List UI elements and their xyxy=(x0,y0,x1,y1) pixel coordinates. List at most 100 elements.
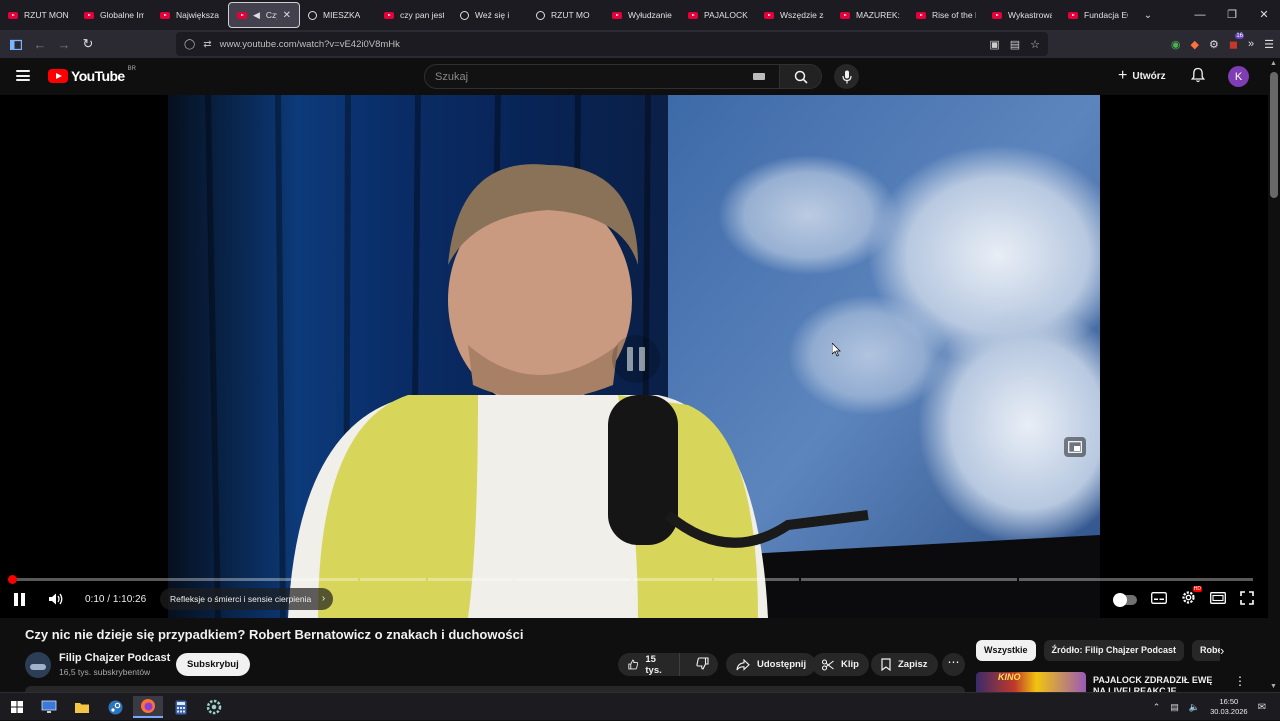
browser-tab[interactable]: Rise of the N xyxy=(908,2,984,28)
clip-button[interactable]: Klip xyxy=(812,653,869,676)
chips-next-chevron-icon[interactable]: › xyxy=(1220,643,1224,658)
page-scrollbar[interactable]: ▲ ▼ xyxy=(1268,58,1280,692)
sidebar-toggle-icon[interactable] xyxy=(4,32,28,56)
notifications-button[interactable] xyxy=(1190,67,1206,88)
account-avatar[interactable]: K xyxy=(1228,66,1249,87)
site-permissions-icon[interactable]: ⇄ xyxy=(203,39,211,50)
theater-mode-icon[interactable] xyxy=(1210,591,1226,609)
settings-app-icon[interactable] xyxy=(199,696,229,718)
browser-tab[interactable]: Największa Ta xyxy=(152,2,228,28)
tab-audio-icon[interactable]: ◀ xyxy=(253,10,260,21)
browser-tab[interactable]: czy pan jest z xyxy=(376,2,452,28)
overflow-chevron-icon[interactable]: » xyxy=(1248,38,1254,50)
forward-icon[interactable]: → xyxy=(52,32,76,56)
keyboard-icon[interactable] xyxy=(753,73,765,80)
filter-chip[interactable]: Robe xyxy=(1192,640,1220,661)
back-icon[interactable]: ← xyxy=(28,32,52,56)
miniplayer-icon[interactable] xyxy=(1064,437,1086,457)
shield-icon[interactable]: ◯ xyxy=(184,39,195,50)
create-button[interactable]: + Utwórz xyxy=(1118,67,1166,85)
chapter-segment[interactable] xyxy=(515,578,631,581)
reader-view-icon[interactable]: ▤ xyxy=(1010,38,1020,51)
filter-chip[interactable]: Źródło: Filip Chajzer Podcast xyxy=(1043,640,1185,661)
browser-tab[interactable]: Weź się i xyxy=(452,2,528,28)
browser-tab[interactable]: Globalne Imp xyxy=(76,2,152,28)
scroll-down-icon[interactable]: ▼ xyxy=(1270,683,1277,690)
guide-menu-icon[interactable] xyxy=(16,70,30,81)
ublock-icon[interactable]: ◼ 16 xyxy=(1229,32,1244,51)
like-button[interactable]: 15 tys. xyxy=(618,653,680,676)
video-player[interactable]: 0:10 / 1:10:26 Refleksje o śmierci i sen… xyxy=(0,95,1268,618)
menu-icon[interactable]: ☰ xyxy=(1264,38,1274,51)
browser-tab[interactable]: Fundacja ECF xyxy=(1060,2,1136,28)
picture-icon[interactable]: ▣ xyxy=(989,38,999,51)
clock[interactable]: 16:50 30.03.2026 xyxy=(1210,697,1248,717)
fullscreen-icon[interactable] xyxy=(1240,590,1254,610)
chapter-segment[interactable] xyxy=(1019,578,1253,581)
chapter-segment[interactable] xyxy=(428,578,513,581)
search-input[interactable]: Szukaj xyxy=(425,71,753,83)
filter-chip[interactable]: Wszystkie xyxy=(976,640,1036,661)
search-button[interactable] xyxy=(779,65,821,88)
browser-tab[interactable]: RZUT MO xyxy=(528,2,604,28)
scrollbar-thumb[interactable] xyxy=(1270,72,1278,198)
reload-icon[interactable]: ↻ xyxy=(76,32,100,56)
steam-icon[interactable] xyxy=(100,696,130,718)
speaker-icon[interactable]: 🔈 xyxy=(1189,702,1200,713)
save-button[interactable]: Zapisz xyxy=(871,653,938,676)
chapter-segment[interactable] xyxy=(714,578,799,581)
browser-tab[interactable]: PAJALOCK ZD xyxy=(680,2,756,28)
bookmark-star-icon[interactable]: ☆ xyxy=(1030,38,1040,51)
tab-label: Wyłudzanie p xyxy=(628,10,672,20)
dislike-button[interactable] xyxy=(687,656,718,673)
minimize-icon[interactable]: — xyxy=(1184,0,1216,30)
chapter-segment[interactable] xyxy=(360,578,426,581)
scrubber-handle[interactable] xyxy=(8,575,17,584)
tray-chevron-icon[interactable]: ⌃ xyxy=(1153,702,1161,713)
subtitles-icon[interactable] xyxy=(1151,591,1167,609)
notifications-center-icon[interactable]: ✉ xyxy=(1258,702,1266,713)
calculator-icon[interactable] xyxy=(166,696,196,718)
browser-tab[interactable]: Wykastrowac xyxy=(984,2,1060,28)
browser-tab[interactable]: Wszędzie zał xyxy=(756,2,832,28)
autoplay-toggle[interactable] xyxy=(1113,593,1137,607)
recommendation-menu-icon[interactable]: ⋮ xyxy=(1234,674,1246,688)
file-explorer-icon[interactable] xyxy=(67,696,97,718)
chapter-segment[interactable] xyxy=(801,578,1017,581)
url-text[interactable]: www.youtube.com/watch?v=vE42i0V8mHk xyxy=(220,39,400,50)
browser-tab[interactable]: MAZUREK: K xyxy=(832,2,908,28)
extension-fox-icon[interactable]: ◆ xyxy=(1191,38,1199,51)
share-button[interactable]: Udostępnij xyxy=(726,653,817,676)
subscribe-button[interactable]: Subskrybuj xyxy=(176,653,250,676)
chapter-button[interactable]: Refleksje o śmierci i sensie cierpienia … xyxy=(160,588,334,610)
chapter-segment[interactable] xyxy=(633,578,712,581)
tab-close-icon[interactable]: ✕ xyxy=(283,10,291,21)
list-all-tabs-button[interactable]: ⌄ xyxy=(1138,10,1158,21)
youtube-logo[interactable]: YouTube BR xyxy=(48,66,136,84)
channel-name[interactable]: Filip Chajzer Podcast xyxy=(59,652,170,664)
monitor-app-icon[interactable] xyxy=(34,696,64,718)
close-window-icon[interactable]: ✕ xyxy=(1248,0,1280,30)
recommendation-title[interactable]: PAJALOCK ZDRADZIŁ EWĘ NA LIVE! REAKCJE S… xyxy=(1093,675,1223,692)
windows-start-icon[interactable] xyxy=(2,696,32,718)
voice-search-button[interactable] xyxy=(834,64,859,89)
volume-icon[interactable] xyxy=(48,592,64,611)
vpn-shield-icon[interactable]: ◉ xyxy=(1171,38,1181,51)
channel-avatar[interactable] xyxy=(25,652,51,678)
extensions-icon[interactable]: ⚙ xyxy=(1209,38,1219,51)
chapter-segment[interactable] xyxy=(12,578,358,581)
browser-tab[interactable]: RZUT MONE xyxy=(0,2,76,28)
browser-tab[interactable]: MIESZKA xyxy=(300,2,376,28)
progress-bar[interactable] xyxy=(12,578,1256,581)
scroll-up-icon[interactable]: ▲ xyxy=(1270,60,1277,67)
address-bar[interactable]: ◯ ⇄ www.youtube.com/watch?v=vE42i0V8mHk … xyxy=(176,32,1048,56)
firefox-icon[interactable] xyxy=(133,696,163,718)
pause-icon[interactable] xyxy=(14,593,25,606)
settings-icon[interactable]: HD xyxy=(1181,586,1202,610)
recommendation-thumbnail[interactable]: KINO xyxy=(976,672,1086,692)
browser-tab[interactable]: ◀ Czy ni ✕ xyxy=(228,2,300,28)
more-actions-icon[interactable]: ⋯ xyxy=(942,653,965,676)
network-icon[interactable]: ▤ xyxy=(1170,702,1179,713)
restore-icon[interactable]: ❐ xyxy=(1216,0,1248,30)
browser-tab[interactable]: Wyłudzanie p xyxy=(604,2,680,28)
